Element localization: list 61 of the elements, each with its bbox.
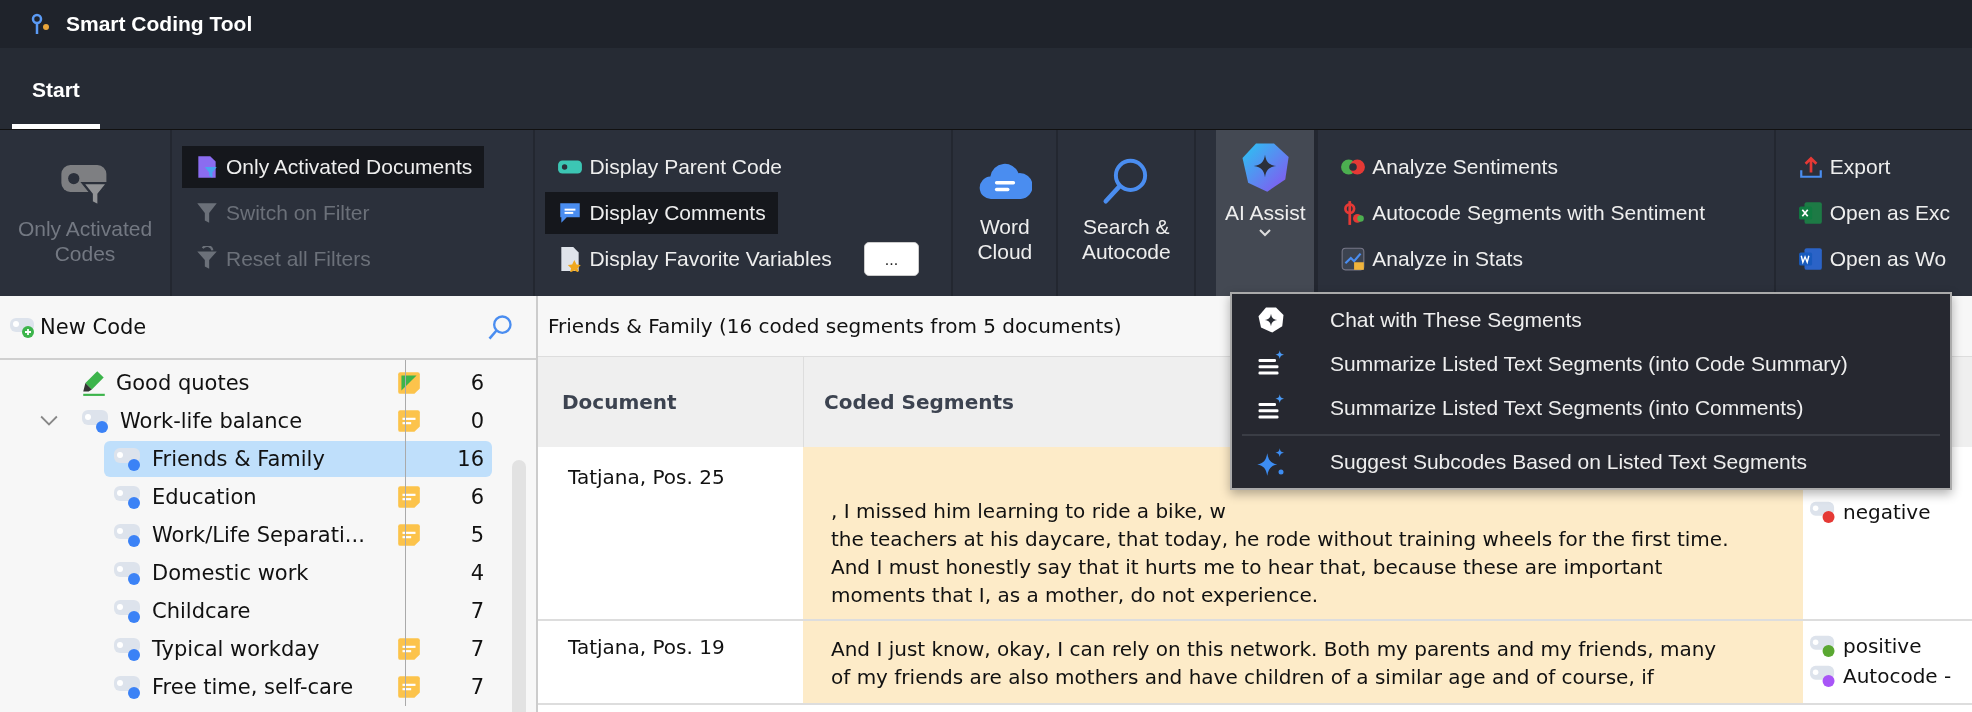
- segment-count: 16: [456, 447, 484, 471]
- memo-icon[interactable]: [396, 408, 422, 434]
- code-item[interactable]: Work-life balance 0: [72, 403, 492, 439]
- code-item[interactable]: Typical workday 7: [104, 631, 492, 667]
- search-icon[interactable]: [486, 313, 514, 341]
- memo-icon[interactable]: [396, 370, 422, 396]
- export-icon: [1797, 154, 1824, 180]
- code-item[interactable]: Free time, self-care 7: [104, 669, 492, 705]
- segment-count: 0: [469, 409, 484, 433]
- menu-item[interactable]: Suggest Subcodes Based on Listed Text Segments: [1242, 440, 1940, 484]
- ribbon-button[interactable]: Export: [1785, 146, 1903, 188]
- code-item[interactable]: Friends & Family 16: [104, 441, 492, 477]
- code-item[interactable]: Education 6: [104, 479, 492, 515]
- ribbon-button[interactable]: Analyze Sentiments: [1328, 146, 1570, 188]
- code-label: Autocode -: [1843, 664, 1952, 688]
- document-cell: Tatjana, Pos. 19: [568, 635, 725, 659]
- ribbon-button[interactable]: Only Activated Documents: [182, 146, 485, 188]
- menu-item[interactable]: Summarize Listed Text Segments (into Comments): [1242, 386, 1940, 430]
- document-icon: [1797, 246, 1824, 272]
- highlighter-icon: [80, 369, 108, 397]
- code-label: positive: [1843, 634, 1922, 658]
- segment-count: 7: [469, 599, 484, 623]
- segment-count: 6: [469, 371, 484, 395]
- code-label: negative: [1843, 500, 1931, 524]
- memo-icon[interactable]: [396, 674, 422, 700]
- code-item[interactable]: Domestic work 4: [104, 555, 492, 591]
- segment-count: 7: [469, 675, 484, 699]
- document-cell: Tatjana, Pos. 25: [568, 465, 725, 489]
- chat-icon: [1256, 305, 1286, 335]
- menu-item[interactable]: Chat with These Segments: [1242, 298, 1940, 342]
- ribbon-button[interactable]: Analyze in Stats: [1328, 238, 1535, 280]
- segment-count: 6: [469, 485, 484, 509]
- segment-count: 7: [469, 637, 484, 661]
- ribbon-button[interactable]: Display Comments: [545, 192, 778, 234]
- memo-icon[interactable]: [396, 522, 422, 548]
- ribbon-button[interactable]: Display Favorite Variables: [545, 238, 844, 280]
- spreadsheet-icon: [1797, 200, 1824, 226]
- code-item[interactable]: Childcare 7: [104, 593, 492, 629]
- code-item[interactable]: Good quotes 6: [72, 365, 492, 401]
- segment-count: 5: [469, 523, 484, 547]
- ribbon-button[interactable]: Display Parent Code: [545, 146, 795, 188]
- column-header[interactable]: Document: [538, 357, 803, 447]
- sparkle-icon: [1256, 447, 1286, 477]
- collapse-chevron-icon[interactable]: [40, 415, 58, 427]
- ribbon-button[interactable]: Autocode Segments with Sentiment: [1328, 192, 1717, 234]
- ribbon-button[interactable]: Open as Wo: [1785, 238, 1959, 280]
- new-code-button[interactable]: New Code: [8, 315, 147, 339]
- code-tag-icon: [1809, 500, 1837, 524]
- memo-icon[interactable]: [396, 484, 422, 510]
- segment-count: 4: [469, 561, 484, 585]
- code-item[interactable]: Work/Life Separati... 5: [104, 517, 492, 553]
- segment-text: , I missed him learning to ride a bike, w the teachers at his daycare, that today, he rode without training wheels for the first time. And I must honestly say that it hurts me to hear that, because these are important moments that I, as a mother, do not experience.: [831, 498, 1730, 609]
- code-tag-icon: [1809, 664, 1837, 688]
- window-title: Smart Coding Tool: [66, 12, 253, 36]
- code-tag-icon: [1809, 634, 1837, 658]
- segment-text: And I just know, okay, I can rely on this network. Both my parents and my friends, many of my friends are also mothers and have children of a similar age and of course, if: [831, 636, 1718, 691]
- ribbon-button[interactable]: AI Assist: [1216, 130, 1317, 296]
- chart-icon: [1340, 246, 1367, 272]
- more-button[interactable]: ...: [863, 242, 920, 276]
- memo-icon[interactable]: [396, 636, 422, 662]
- ribbon-button[interactable]: Open as Exc: [1785, 192, 1962, 234]
